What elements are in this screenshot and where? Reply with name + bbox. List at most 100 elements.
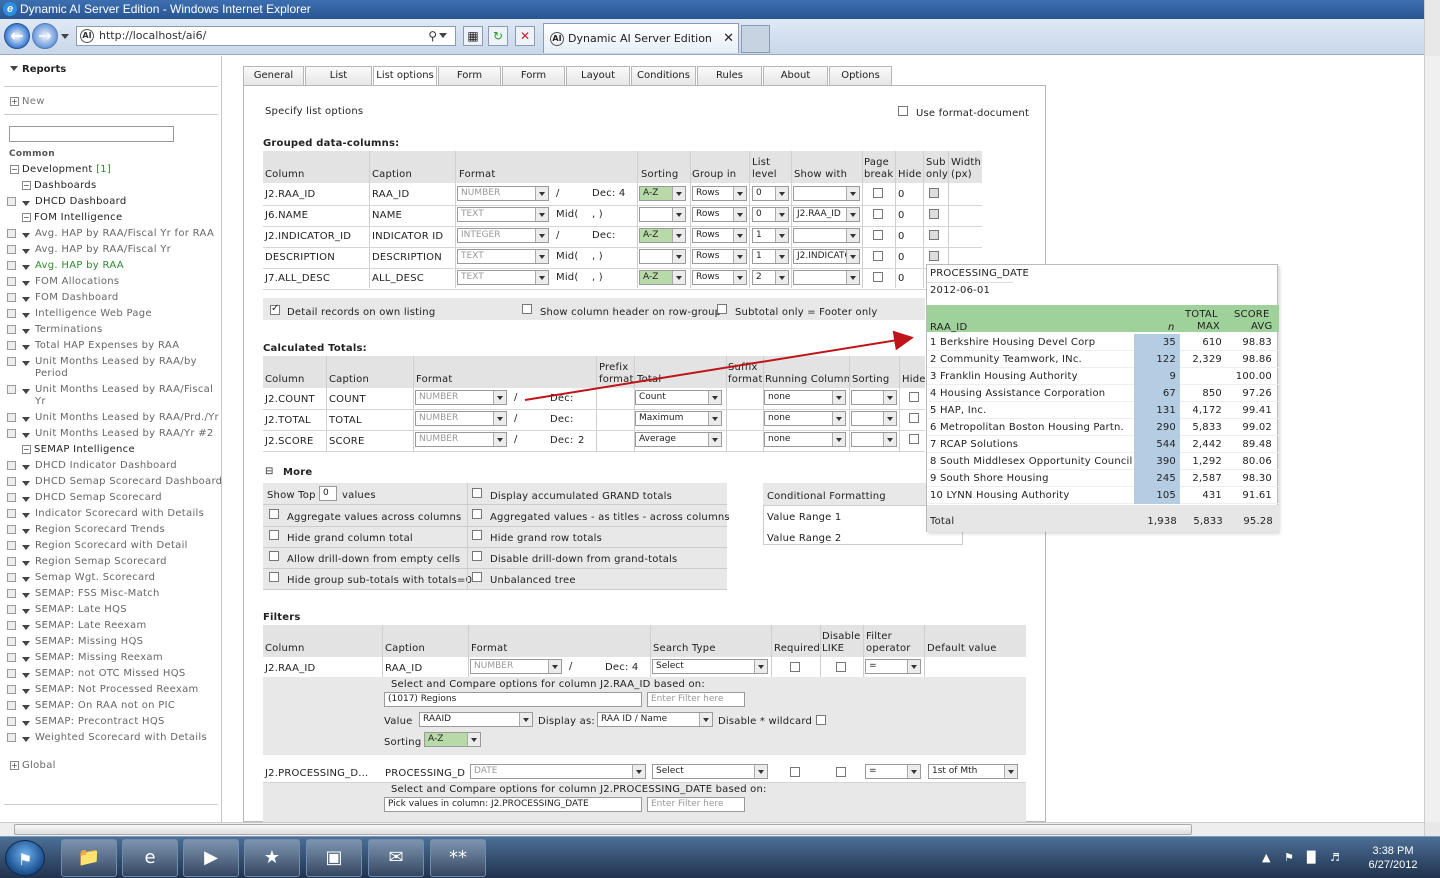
report-checkbox[interactable] (7, 717, 16, 726)
menu-arrow-icon[interactable] (22, 559, 34, 570)
horizontal-scrollbar[interactable] (0, 822, 1424, 836)
menu-arrow-icon[interactable] (22, 623, 34, 634)
report-checkbox[interactable] (7, 685, 16, 694)
menu-arrow-icon[interactable] (22, 543, 34, 554)
close-tab-icon[interactable]: ✕ (723, 24, 734, 54)
more-option-checkbox[interactable] (269, 530, 279, 540)
report-checkbox[interactable] (7, 637, 16, 646)
page-break-checkbox[interactable] (873, 188, 883, 198)
menu-arrow-icon[interactable] (22, 431, 34, 442)
show-with-select[interactable]: J2.RAA_ID (793, 207, 860, 222)
disable-like-checkbox[interactable] (836, 767, 846, 777)
tab-about[interactable]: About (763, 66, 828, 86)
report-checkbox[interactable] (7, 325, 16, 334)
group-in-select[interactable]: Rows (692, 186, 747, 201)
tab-options[interactable]: Options (829, 66, 892, 86)
filter-text-input[interactable]: Enter Filter here (647, 692, 745, 707)
outlook-icon[interactable]: ✉ (368, 839, 424, 877)
report-checkbox[interactable] (7, 669, 16, 678)
show-top-input[interactable]: 0 (319, 486, 337, 501)
menu-arrow-icon[interactable] (22, 343, 34, 354)
report-checkbox[interactable] (7, 733, 16, 742)
report-checkbox[interactable] (7, 413, 16, 422)
total-select[interactable]: Maximum (635, 411, 722, 426)
detail-records-checkbox[interactable] (270, 303, 280, 315)
show-with-select[interactable]: J2.INDICATO (793, 249, 860, 264)
total-select[interactable]: Count (635, 390, 722, 405)
tab-form[interactable]: Form (438, 66, 501, 86)
menu-arrow-icon[interactable] (22, 607, 34, 618)
more-option-checkbox[interactable] (269, 509, 279, 519)
more-option-checkbox[interactable] (269, 572, 279, 582)
menu-arrow-icon[interactable] (22, 359, 34, 370)
internet-explorer-icon[interactable]: e (122, 839, 178, 877)
filter-operator-select[interactable]: = (865, 764, 921, 779)
menu-arrow-icon[interactable] (22, 527, 34, 538)
disable-like-checkbox[interactable] (836, 662, 846, 672)
search-icon[interactable]: ⚲ (428, 27, 437, 45)
back-button[interactable]: ← (4, 23, 30, 49)
tab-rules[interactable]: Rules (697, 66, 762, 86)
calc-format-select[interactable]: NUMBER (415, 432, 507, 447)
sorting-select[interactable]: A-Z (639, 186, 686, 201)
list-level-select[interactable]: 1 (752, 249, 789, 264)
media-player-icon[interactable]: ▶ (183, 839, 239, 877)
list-level-select[interactable]: 0 (752, 207, 789, 222)
more-option-checkbox[interactable] (472, 572, 482, 582)
popup-table-row[interactable]: 1 Berkshire Housing Devel Corp 35 610 98.83 (927, 334, 1279, 351)
stop-icon[interactable]: ✕ (515, 26, 535, 46)
show-with-select[interactable] (793, 186, 860, 201)
sorting-select[interactable] (639, 249, 686, 264)
report-checkbox[interactable] (7, 701, 16, 710)
report-search-input[interactable] (9, 126, 174, 142)
report-checkbox[interactable] (7, 557, 16, 566)
value-select[interactable]: RAAID (419, 712, 533, 727)
report-checkbox[interactable] (7, 541, 16, 550)
volume-icon[interactable]: ♬ (1330, 851, 1340, 864)
format-select[interactable]: INTEGER (457, 228, 549, 243)
page-break-checkbox[interactable] (873, 251, 883, 261)
calc-sorting-select[interactable] (851, 411, 897, 426)
list-level-select[interactable]: 1 (752, 228, 789, 243)
menu-arrow-icon[interactable] (22, 327, 34, 338)
display-as-select[interactable]: RAA ID / Name (597, 712, 713, 727)
sub-only-checkbox[interactable] (929, 209, 939, 219)
calc-sorting-select[interactable] (851, 390, 897, 405)
menu-arrow-icon[interactable] (22, 463, 34, 474)
browser-tab-active[interactable]: AI Dynamic AI Server Edition ✕ (543, 23, 739, 53)
popup-table-row[interactable]: 9 South Shore Housing 245 2,587 98.30 (927, 470, 1279, 487)
menu-arrow-icon[interactable] (22, 591, 34, 602)
report-checkbox[interactable] (7, 605, 16, 614)
calc-hide-checkbox[interactable] (909, 392, 919, 402)
tab-conditions[interactable]: Conditions (631, 66, 696, 86)
default-value-select[interactable]: 1st of Mth (928, 764, 1018, 779)
refresh-icon[interactable]: ↻ (488, 26, 508, 46)
report-checkbox[interactable] (7, 341, 16, 350)
popup-table-row[interactable]: 10 LYNN Housing Authority 105 431 91.61 (927, 487, 1279, 504)
menu-arrow-icon[interactable] (22, 671, 34, 682)
explorer-folder-icon[interactable]: 📁 (61, 839, 117, 877)
report-checkbox[interactable] (7, 385, 16, 394)
list-level-select[interactable]: 0 (752, 186, 789, 201)
page-break-checkbox[interactable] (873, 272, 883, 282)
menu-arrow-icon[interactable] (22, 719, 34, 730)
subtotal-only-checkbox[interactable] (717, 304, 727, 314)
menu-arrow-icon[interactable] (22, 415, 34, 426)
total-select[interactable]: Average (635, 432, 722, 447)
popup-table-row[interactable]: 6 Metropolitan Boston Housing Partn. 290 5… (927, 419, 1279, 436)
development-folder[interactable]: − Development [1] (10, 164, 221, 175)
report-checkbox[interactable] (7, 461, 16, 470)
filter-format-select[interactable]: NUMBER (470, 659, 562, 674)
running-column-select[interactable]: none (764, 432, 846, 447)
popup-table-row[interactable]: 4 Housing Assistance Corporation 67 850 97.… (927, 385, 1279, 402)
report-checkbox[interactable] (7, 621, 16, 630)
popup-table-row[interactable]: 3 Franklin Housing Authority 9 100.00 (927, 368, 1279, 385)
required-checkbox[interactable] (790, 767, 800, 777)
report-checkbox[interactable] (7, 309, 16, 318)
list-level-select[interactable]: 2 (752, 270, 789, 285)
menu-arrow-icon[interactable] (22, 639, 34, 650)
reports-header[interactable]: Reports (10, 64, 66, 75)
calc-hide-checkbox[interactable] (909, 413, 919, 423)
report-checkbox[interactable] (7, 245, 16, 254)
format-select[interactable]: TEXT (457, 207, 549, 222)
